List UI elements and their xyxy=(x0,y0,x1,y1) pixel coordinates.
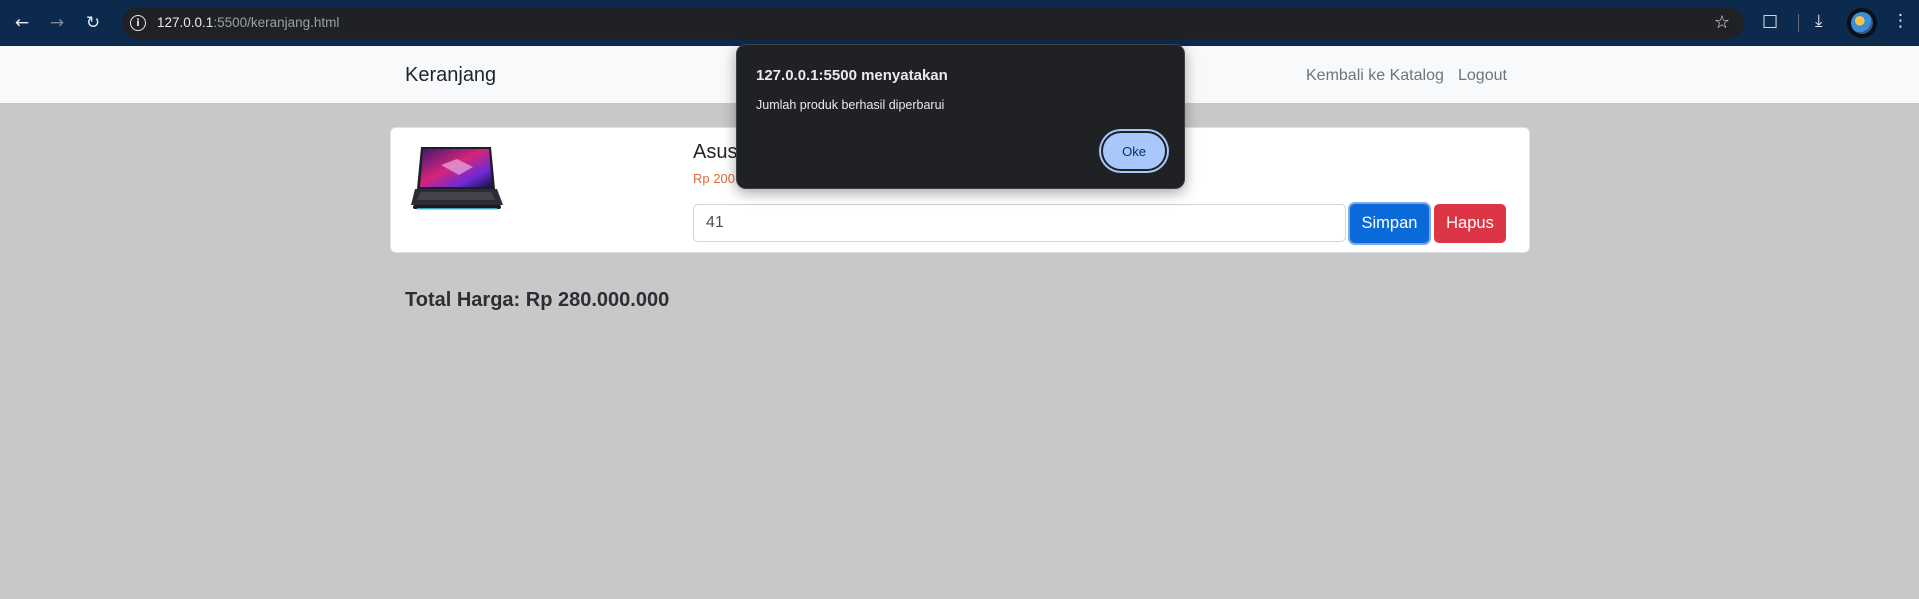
site-info-icon[interactable]: i xyxy=(130,15,146,31)
url-path: :5500/keranjang.html xyxy=(213,15,340,30)
bookmark-star-icon[interactable]: ☆ xyxy=(1714,12,1730,33)
address-bar[interactable]: i 127.0.0.1:5500/keranjang.html ☆ xyxy=(122,7,1744,39)
product-image xyxy=(411,147,503,210)
nav-link-logout[interactable]: Logout xyxy=(1458,67,1507,85)
quantity-input[interactable] xyxy=(693,204,1346,242)
total-price: Total Harga: Rp 280.000.000 xyxy=(405,289,670,311)
profile-avatar[interactable] xyxy=(1847,8,1877,38)
navbar-brand[interactable]: Keranjang xyxy=(405,64,496,87)
extensions-icon[interactable]: □ xyxy=(1762,11,1778,31)
alert-dialog: 127.0.0.1:5500 menyatakan Jumlah produk … xyxy=(736,44,1185,189)
product-name: Asus xyxy=(693,141,738,163)
avatar-image xyxy=(1851,12,1873,34)
product-price: Rp 200 xyxy=(693,171,735,186)
download-icon[interactable]: ⤓ xyxy=(1815,11,1823,31)
toolbar-divider xyxy=(1798,14,1799,32)
save-button[interactable]: Simpan xyxy=(1350,204,1429,243)
ok-button[interactable]: Oke xyxy=(1101,131,1167,171)
more-menu-icon[interactable]: ⋮ xyxy=(1892,11,1909,31)
nav-link-back-to-catalog[interactable]: Kembali ke Katalog xyxy=(1306,67,1444,85)
dialog-message: Jumlah produk berhasil diperbarui xyxy=(756,98,945,112)
forward-arrow-icon[interactable]: → xyxy=(45,11,69,35)
url-host: 127.0.0.1 xyxy=(157,15,214,30)
delete-button[interactable]: Hapus xyxy=(1434,204,1506,243)
dialog-title: 127.0.0.1:5500 menyatakan xyxy=(756,67,948,84)
reload-icon[interactable]: ↻ xyxy=(81,11,105,35)
back-arrow-icon[interactable]: ← xyxy=(10,11,34,35)
address-url[interactable]: 127.0.0.1:5500/keranjang.html xyxy=(157,15,339,30)
browser-toolbar: ← → ↻ i 127.0.0.1:5500/keranjang.html ☆ … xyxy=(0,0,1919,46)
